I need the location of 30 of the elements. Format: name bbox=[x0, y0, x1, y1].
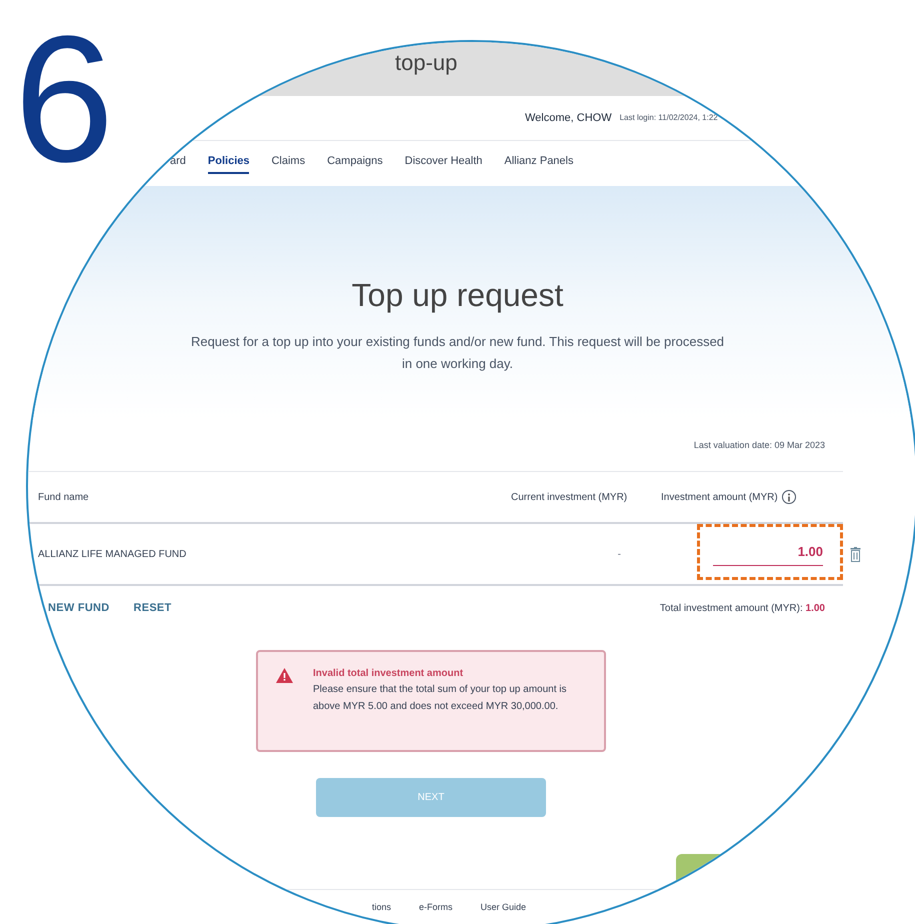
nav-tab[interactable]: ard bbox=[170, 152, 186, 174]
alert-title: Invalid total investment amount bbox=[313, 667, 464, 681]
last-login-text: Last login: 11/02/2024, 1:22 bbox=[620, 112, 718, 124]
nav-tab[interactable]: Campaigns bbox=[327, 152, 383, 174]
action-link[interactable]: NEW FUND bbox=[48, 600, 110, 616]
valuation-date: Last valuation date: 09 Mar 2023 bbox=[694, 439, 825, 452]
table-cell-text: ALLIANZ LIFE MANAGED FUND bbox=[38, 548, 188, 562]
nav-tab[interactable]: Policies bbox=[208, 152, 250, 174]
action-link[interactable]: RESET bbox=[133, 600, 172, 616]
alert-message: Please ensure that the total sum of your top up amount is above MYR 5.00 and does not exceed MYR 30,000.00. bbox=[313, 683, 568, 714]
step-number: 6 bbox=[14, 10, 114, 190]
column-header: Fund name bbox=[38, 490, 90, 504]
hero-title: Top up request bbox=[352, 276, 564, 315]
page-title: top-up bbox=[395, 52, 458, 74]
nav-tab[interactable]: Discover Health bbox=[404, 152, 482, 174]
column-header: Investment amount (MYR) bbox=[661, 490, 778, 504]
hero-description: Request for a top up into your existing funds and/or new fund. This request will be processed in one working day. bbox=[190, 333, 726, 373]
welcome-text: Welcome, CHOW bbox=[525, 110, 612, 126]
nav-tab[interactable]: Claims bbox=[271, 152, 306, 174]
footer-link[interactable]: tions bbox=[372, 900, 392, 915]
total-amount-text: Total investment amount (MYR): 1.00 bbox=[660, 602, 825, 616]
table-cell-text: - bbox=[616, 548, 622, 562]
footer-link[interactable]: User Guide bbox=[480, 900, 526, 915]
amount-input[interactable]: 1.00 bbox=[713, 542, 823, 566]
column-header: Current investment (MYR) bbox=[511, 490, 628, 504]
info-icon[interactable] bbox=[782, 490, 796, 504]
warning-icon bbox=[276, 668, 293, 683]
trash-icon[interactable] bbox=[850, 547, 861, 562]
nav-tab[interactable]: Allianz Panels bbox=[504, 152, 574, 174]
footer-link[interactable]: e-Forms bbox=[419, 900, 453, 915]
